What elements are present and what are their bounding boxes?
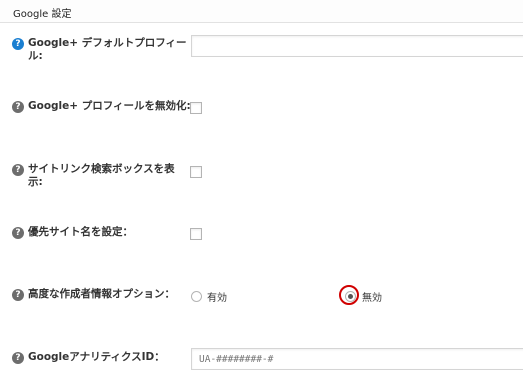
analytics-id-placeholder: UA-########-# [199,354,274,365]
help-icon[interactable]: ? [12,164,24,176]
help-icon[interactable]: ? [12,289,24,301]
label-text: サイトリンク検索ボックスを表示: [28,163,175,188]
advanced-author-enable-label[interactable]: 有効 [207,289,227,304]
analytics-id-input[interactable]: UA-########-# [191,348,523,370]
label-text: 高度な作成者情報オプション： [28,288,175,300]
help-icon[interactable]: ? [12,101,24,113]
panel-title: Google 設定 [13,9,72,20]
help-icon[interactable]: ? [12,38,24,50]
google-settings-panel: Google 設定 ? Google+ デフォルトプロフィール: ? Googl… [0,0,523,387]
label-text: Google+ プロフィールを無効化: [28,100,191,112]
advanced-author-disable-label[interactable]: 無効 [362,289,382,304]
disable-profile-checkbox[interactable] [190,102,202,114]
label-text: GoogleアナリティクスID： [28,351,165,363]
panel-header: Google 設定 [0,0,523,23]
help-icon[interactable]: ? [12,352,24,364]
highlight-annotation-circle [339,285,359,305]
sitelinks-search-checkbox[interactable] [190,166,202,178]
advanced-author-enable-radio[interactable] [191,291,202,302]
preferred-site-name-checkbox[interactable] [190,228,202,240]
label-text: 優先サイト名を設定： [28,226,133,238]
help-icon[interactable]: ? [12,227,24,239]
label-text: Google+ デフォルトプロフィール: [28,37,187,62]
default-profile-input[interactable] [191,35,523,57]
